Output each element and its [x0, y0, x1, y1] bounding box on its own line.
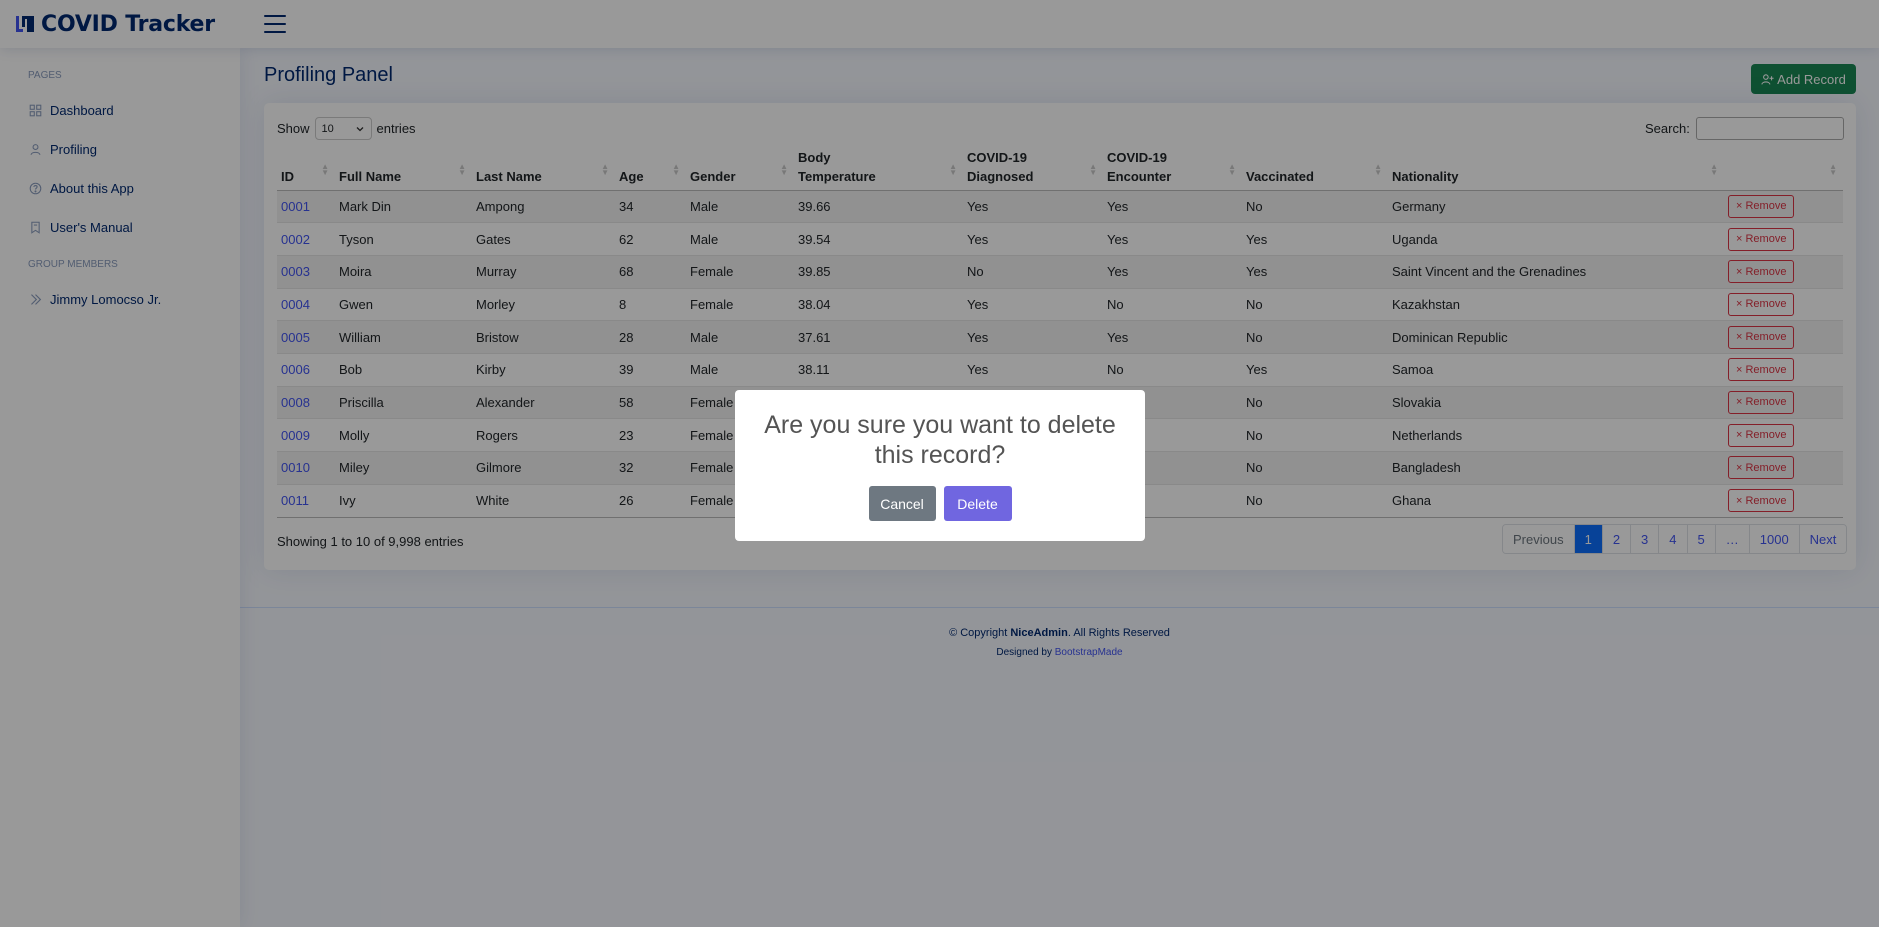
dialog-title: Are you sure you want to delete this rec… — [764, 411, 1116, 469]
dialog-actions: Cancel Delete — [735, 486, 1145, 521]
delete-confirm-dialog: Are you sure you want to delete this rec… — [735, 390, 1145, 541]
cancel-button[interactable]: Cancel — [868, 486, 936, 521]
delete-button[interactable]: Delete — [943, 486, 1012, 521]
